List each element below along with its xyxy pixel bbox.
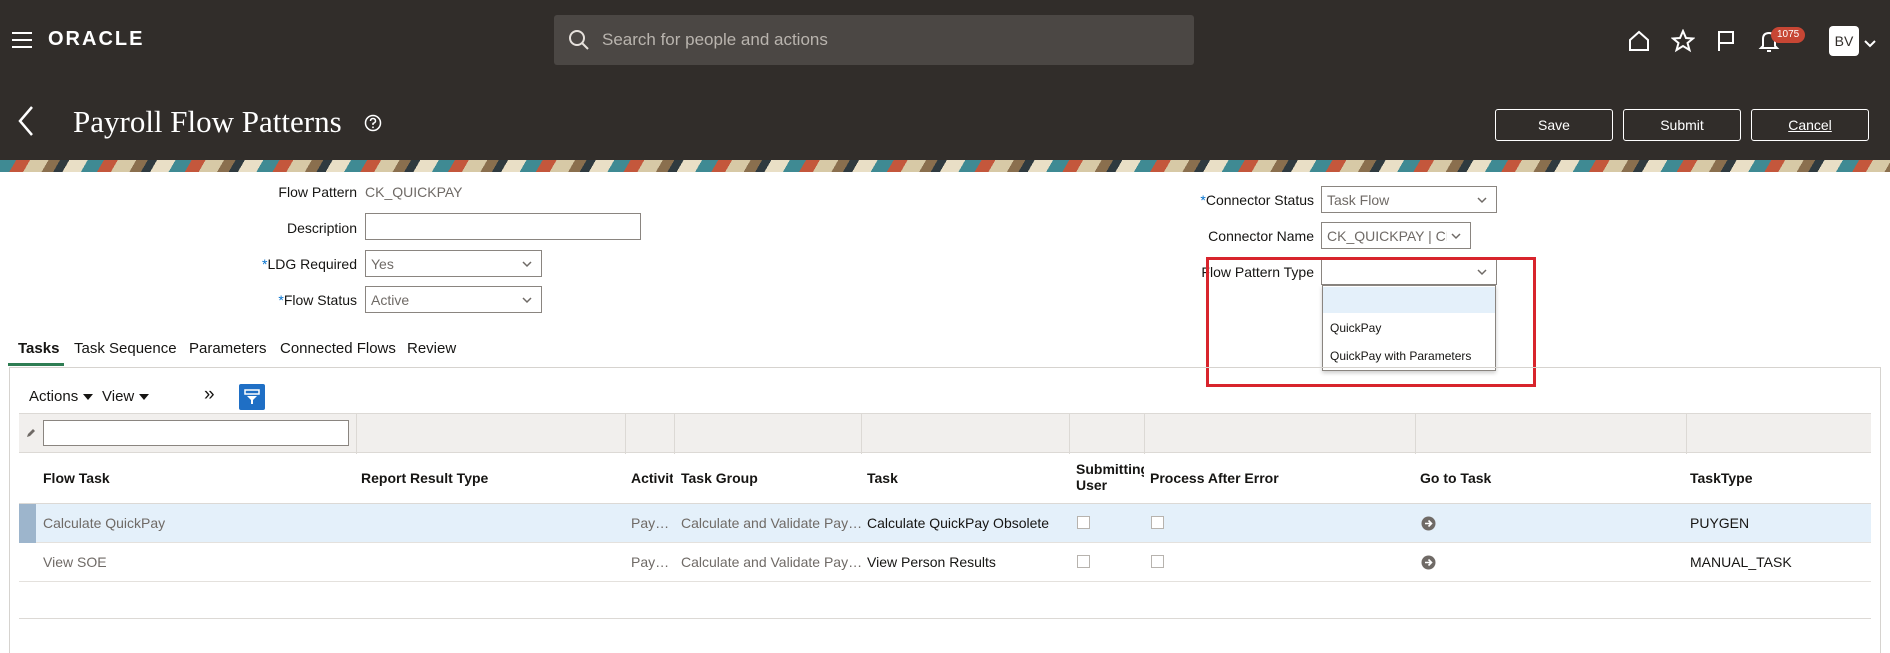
panel-left-border (9, 367, 10, 653)
process-after-error-checkbox[interactable] (1151, 555, 1164, 568)
table-row[interactable]: View SOE Pay… Calculate and Validate Pay… (19, 543, 1871, 582)
connector-status-label: *Connector Status (1200, 192, 1314, 208)
more-icon[interactable]: » (204, 384, 215, 406)
task-group-cell: Calculate and Validate Pay… (681, 554, 863, 570)
search-icon (566, 27, 592, 53)
caret-down-icon (139, 394, 150, 401)
description-label: Description (286, 220, 357, 236)
tab-task-sequence[interactable]: Task Sequence (74, 340, 177, 357)
query-by-example-button[interactable] (239, 384, 265, 410)
col-task-type[interactable]: TaskType (1690, 470, 1753, 486)
task-group-cell: Calculate and Validate Pay… (681, 515, 863, 531)
task-cell: View Person Results (867, 554, 996, 570)
edit-icon (25, 426, 37, 444)
oracle-logo[interactable]: ORACLE (48, 28, 144, 51)
connector-name-select[interactable]: CK_QUICKPAY | CK_QU (1321, 222, 1471, 249)
ldg-required-label: *LDG Required (262, 256, 357, 272)
tab-tasks[interactable]: Tasks (18, 340, 59, 357)
save-button[interactable]: Save (1495, 109, 1613, 141)
cancel-button[interactable]: Cancel (1751, 109, 1869, 141)
flow-task-cell: Calculate QuickPay (43, 515, 166, 531)
notification-badge: 1075 (1771, 27, 1806, 43)
panel-right-border (1880, 367, 1881, 653)
chevron-down-icon[interactable] (1864, 36, 1876, 54)
col-activity[interactable]: Activit (631, 470, 673, 486)
global-search[interactable] (554, 15, 1194, 65)
submit-button[interactable]: Submit (1623, 109, 1741, 141)
actions-menu[interactable]: Actions (29, 388, 94, 405)
panel-top-border (9, 367, 1881, 368)
flow-status-label: *Flow Status (278, 292, 357, 308)
favorites-icon[interactable] (1668, 26, 1698, 56)
flow-pattern-label: Flow Pattern (278, 184, 357, 200)
activity-cell: Pay… (631, 554, 670, 570)
col-submitting-user[interactable]: Submitting User (1076, 461, 1144, 493)
activity-cell: Pay… (631, 515, 670, 531)
table-footer-divider (19, 618, 1871, 619)
active-tab-indicator (8, 363, 64, 366)
task-cell: Calculate QuickPay Obsolete (867, 515, 1050, 531)
submitting-user-checkbox[interactable] (1077, 555, 1090, 568)
tab-connected-flows[interactable]: Connected Flows (280, 340, 396, 357)
flow-status-select[interactable]: Active (365, 286, 542, 313)
menu-icon[interactable] (12, 32, 32, 48)
go-to-task-icon[interactable] (1421, 516, 1436, 531)
submitting-user-checkbox[interactable] (1077, 516, 1090, 529)
ldg-required-select[interactable]: Yes (365, 250, 542, 277)
caret-down-icon (83, 394, 94, 401)
chevron-down-icon (521, 293, 533, 305)
tab-review[interactable]: Review (407, 340, 456, 357)
user-avatar[interactable]: BV (1829, 26, 1859, 56)
home-icon[interactable] (1624, 26, 1654, 56)
page-title: Payroll Flow Patterns (73, 104, 342, 139)
task-type-cell: MANUAL_TASK (1690, 554, 1792, 570)
table-row[interactable]: Calculate QuickPay Pay… Calculate and Va… (19, 504, 1871, 543)
col-flow-task[interactable]: Flow Task (43, 470, 110, 486)
decorative-banner (0, 160, 1890, 172)
col-task-group[interactable]: Task Group (681, 470, 758, 486)
flow-task-filter-input[interactable] (43, 420, 349, 446)
chevron-down-icon (521, 257, 533, 269)
col-process-after-error[interactable]: Process After Error (1150, 470, 1279, 486)
flow-pattern-value: CK_QUICKPAY (365, 184, 463, 200)
chevron-down-icon (1476, 193, 1488, 205)
connector-status-select[interactable]: Task Flow (1321, 186, 1497, 213)
task-type-cell: PUYGEN (1690, 515, 1750, 531)
flow-task-cell: View SOE (43, 554, 107, 570)
row-selection-marker (19, 504, 36, 543)
col-go-to-task[interactable]: Go to Task (1420, 470, 1491, 486)
table-header: Flow Task Report Result Type Activit Tas… (19, 453, 1871, 504)
filter-row (19, 413, 1871, 454)
go-to-task-icon[interactable] (1421, 555, 1436, 570)
view-menu[interactable]: View (102, 388, 150, 405)
col-report-result-type[interactable]: Report Result Type (361, 470, 488, 486)
connector-name-label: Connector Name (1208, 228, 1314, 244)
search-input[interactable] (600, 16, 1194, 64)
filter-icon (244, 389, 260, 404)
back-icon[interactable] (16, 104, 40, 140)
flag-icon[interactable] (1711, 26, 1741, 56)
chevron-down-icon (1450, 229, 1462, 241)
help-icon[interactable] (364, 114, 384, 134)
process-after-error-checkbox[interactable] (1151, 516, 1164, 529)
description-input[interactable] (365, 213, 641, 240)
col-task[interactable]: Task (867, 470, 898, 486)
tab-parameters[interactable]: Parameters (189, 340, 267, 357)
